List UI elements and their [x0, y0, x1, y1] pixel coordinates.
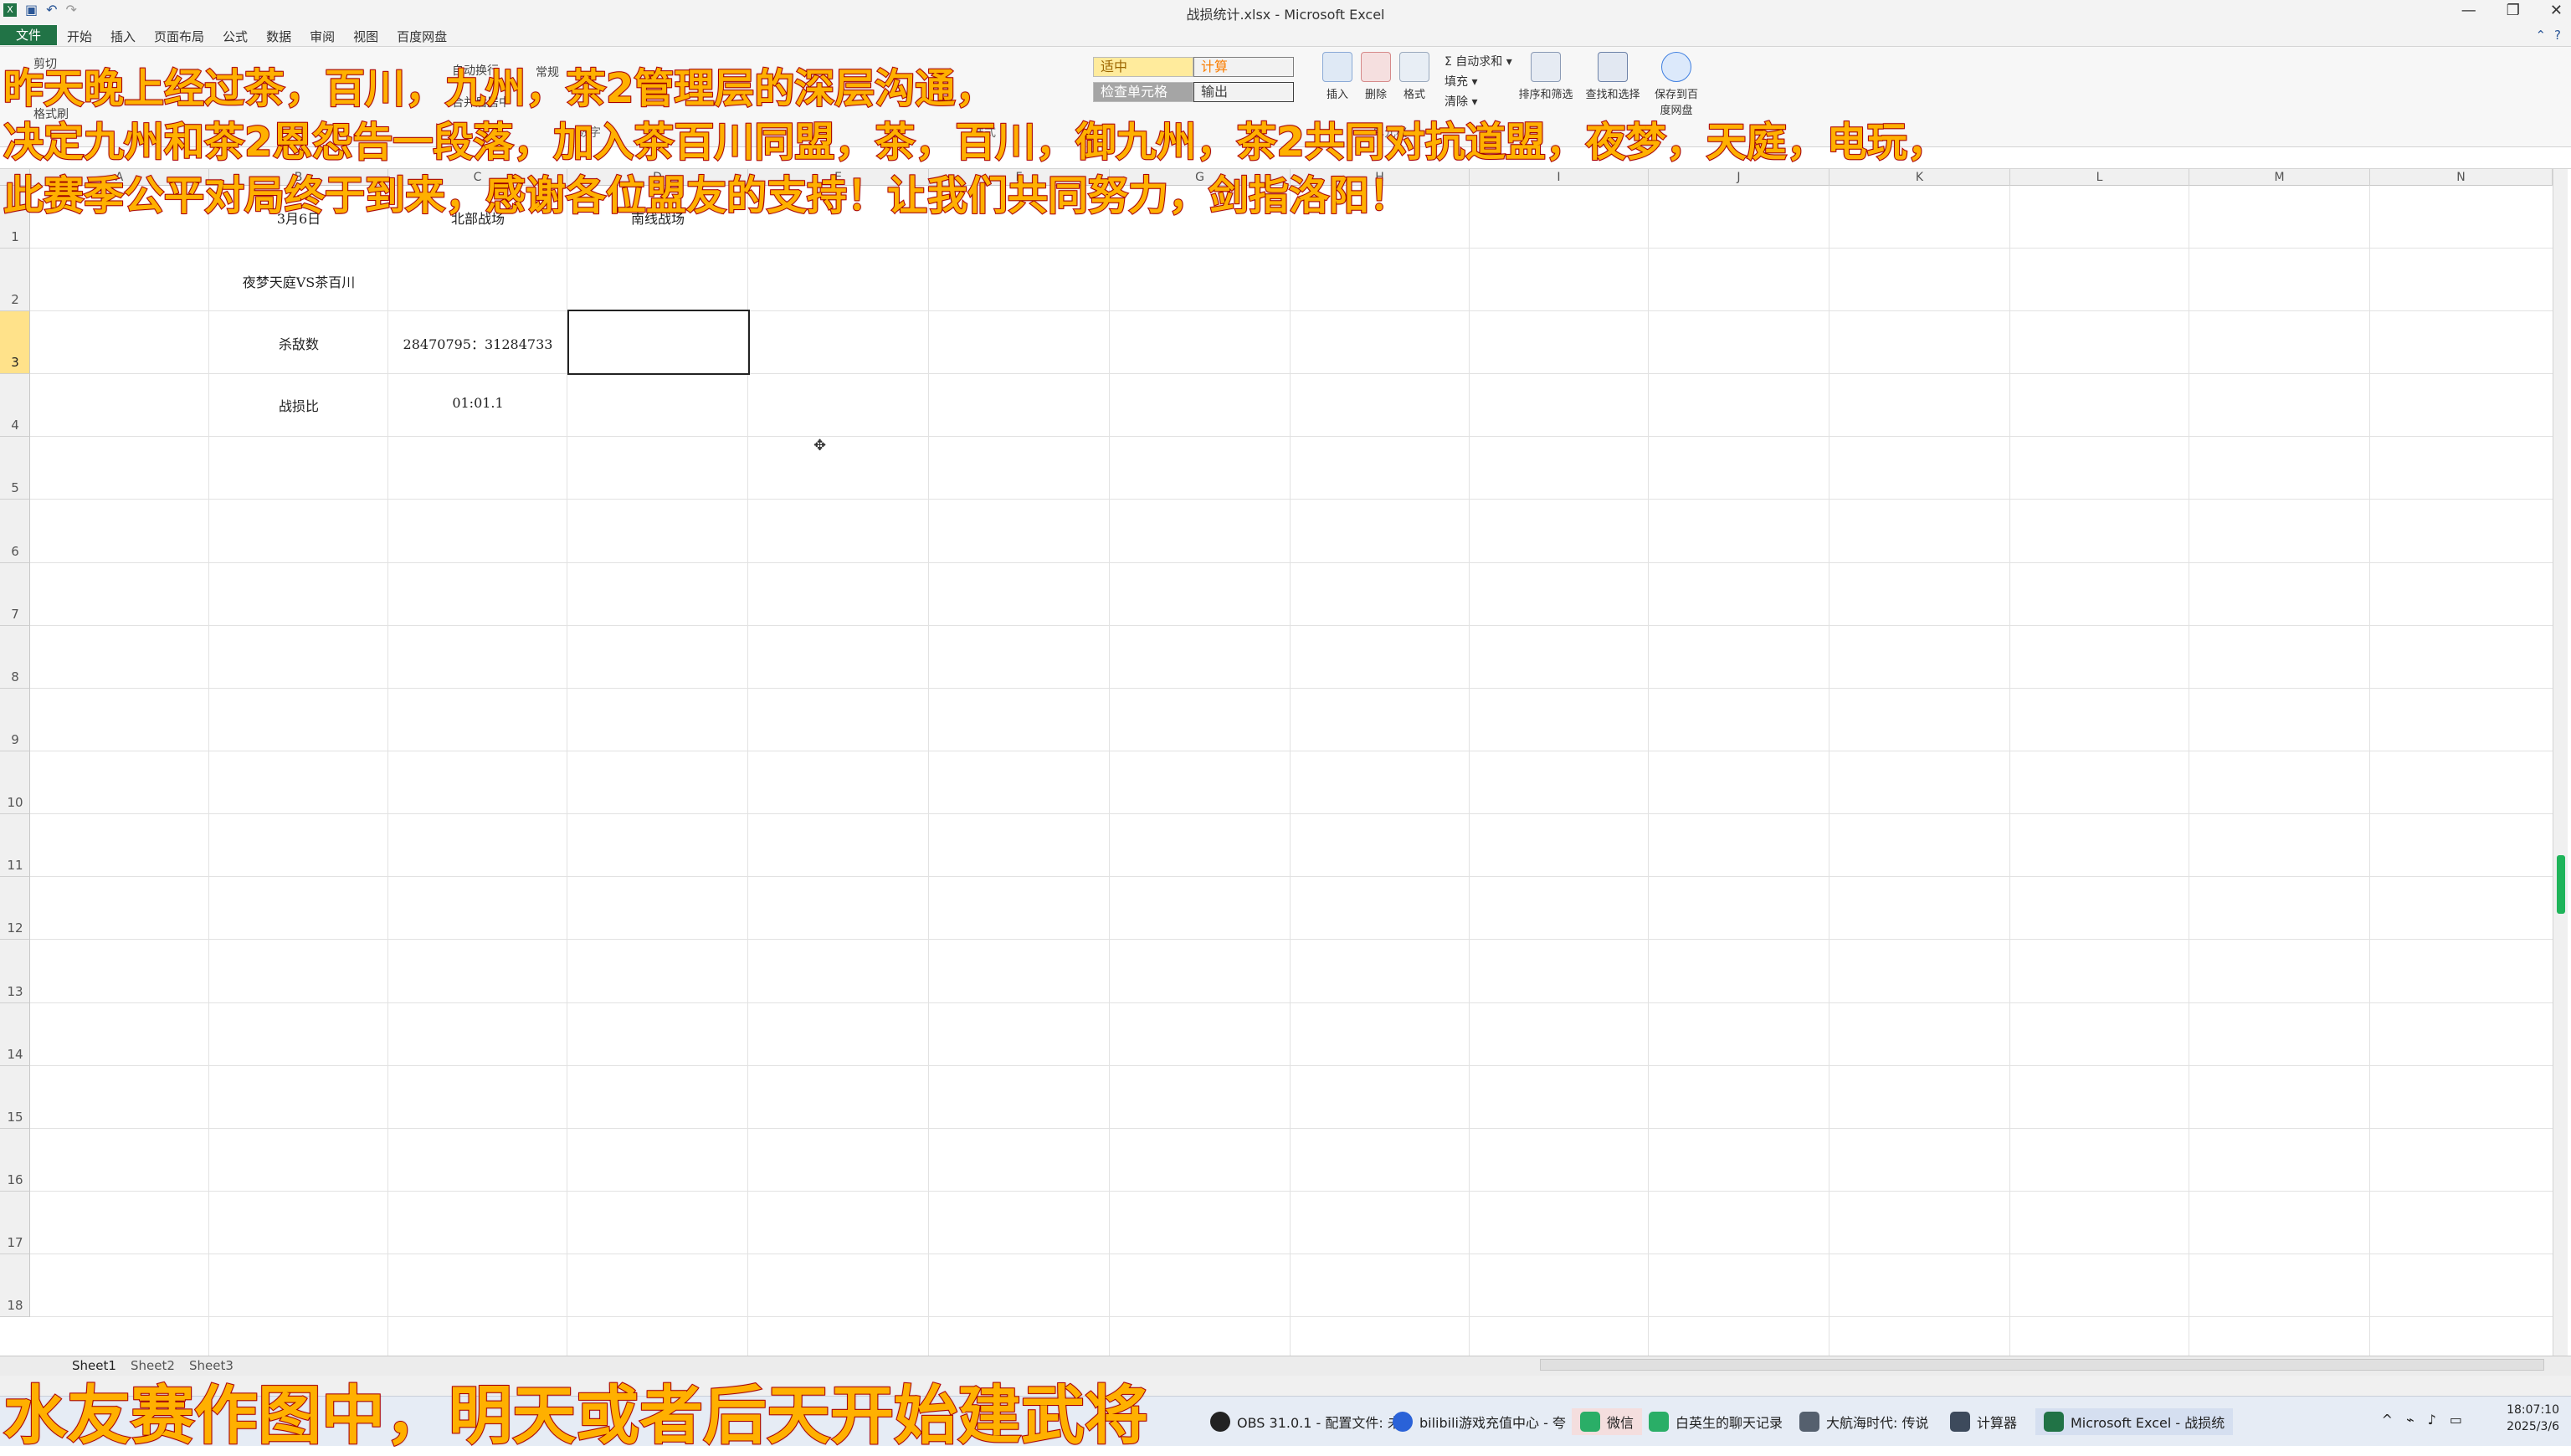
- column-header-l[interactable]: L: [2010, 169, 2189, 186]
- help-area: ⌃ ?: [2535, 28, 2561, 43]
- row-header-12[interactable]: 12: [0, 877, 30, 940]
- caption-top-line-3: 此赛季公平对局终于到来，感谢各位盟友的支持！让我们共同努力，剑指洛阳！: [3, 172, 1410, 220]
- tab-baidu-netdisk[interactable]: 百度网盘: [397, 28, 447, 45]
- obs-icon: [1210, 1412, 1230, 1432]
- window-title: 战损统计.xlsx - Microsoft Excel: [1186, 7, 1385, 23]
- column-header-m[interactable]: M: [2189, 169, 2370, 186]
- worksheet-grid[interactable]: 1 2 3 4 5 6 7 8 9 10 11 12 13 14 15 16 1…: [0, 186, 2553, 1356]
- ribbon-tabs: 开始 插入 页面布局 公式 数据 审阅 视图 百度网盘: [67, 28, 447, 45]
- find-select-button[interactable]: 查找和选择: [1583, 52, 1642, 101]
- cell-b2[interactable]: 夜梦天庭VS茶百川: [209, 271, 388, 291]
- menu-bar: 文件 开始 插入 页面布局 公式 数据 审阅 视图 百度网盘 ⌃ ?: [0, 23, 2571, 47]
- close-button[interactable]: ✕: [2550, 2, 2563, 19]
- row-header-4[interactable]: 4: [0, 374, 30, 437]
- style-check-cell[interactable]: 检查单元格: [1093, 82, 1193, 102]
- taskbar-item-bilibili[interactable]: bilibili游戏充值中心 - 夸: [1393, 1408, 1566, 1435]
- row-header-10[interactable]: 10: [0, 751, 30, 814]
- tab-data[interactable]: 数据: [266, 28, 291, 45]
- column-header-n[interactable]: N: [2370, 169, 2553, 186]
- tab-review[interactable]: 审阅: [310, 28, 335, 45]
- wechat-icon: [1580, 1412, 1600, 1432]
- cell-b3[interactable]: 杀敌数: [209, 333, 388, 353]
- row-header-13[interactable]: 13: [0, 940, 30, 1003]
- tab-page-layout[interactable]: 页面布局: [154, 28, 204, 45]
- game-icon: [1799, 1412, 1819, 1432]
- calculator-icon: [1950, 1412, 1970, 1432]
- tab-file[interactable]: 文件: [0, 25, 57, 45]
- baidu-cloud-icon: [1661, 52, 1691, 82]
- delete-cells-button[interactable]: 删除: [1354, 52, 1398, 101]
- sort-filter-icon: [1531, 52, 1561, 82]
- minimize-button[interactable]: —: [2461, 2, 2476, 19]
- editing-group: Σ 自动求和 ▾ 填充 ▾ 清除 ▾: [1445, 52, 1512, 112]
- tab-formulas[interactable]: 公式: [223, 28, 248, 45]
- vertical-scroll-thumb[interactable]: [2557, 855, 2565, 914]
- restore-button[interactable]: ❐: [2507, 2, 2520, 19]
- tab-insert[interactable]: 插入: [110, 28, 136, 45]
- column-header-k[interactable]: K: [1829, 169, 2010, 186]
- chevron-up-icon[interactable]: ^: [2382, 1412, 2393, 1428]
- sort-filter-button[interactable]: 排序和筛选: [1516, 52, 1575, 101]
- help-icon[interactable]: ?: [2554, 28, 2561, 43]
- taskbar-item-game[interactable]: 大航海时代: 传说: [1799, 1408, 1928, 1435]
- network-icon[interactable]: ⌁: [2406, 1412, 2414, 1428]
- save-to-baidu-button[interactable]: 保存到百度网盘: [1650, 52, 1702, 117]
- browser-icon: [1393, 1412, 1413, 1432]
- cursor-crosshair-icon: ✥: [813, 437, 827, 454]
- row-header-3[interactable]: 3: [0, 311, 30, 374]
- style-neutral[interactable]: 适中: [1093, 57, 1193, 77]
- caption-top-line-1: 昨天晚上经过茶，百川，九州，茶2管理层的深层沟通，: [3, 64, 996, 113]
- tab-home[interactable]: 开始: [67, 28, 92, 45]
- row-header-9[interactable]: 9: [0, 689, 30, 751]
- delete-icon: [1361, 52, 1391, 82]
- taskbar-item-wechat[interactable]: 微信: [1572, 1408, 1643, 1435]
- column-header-j[interactable]: J: [1649, 169, 1829, 186]
- volume-icon[interactable]: ♪: [2428, 1412, 2436, 1428]
- binoculars-icon: [1598, 52, 1628, 82]
- fill-button[interactable]: 填充 ▾: [1445, 72, 1512, 92]
- autosum-button[interactable]: Σ 自动求和 ▾: [1445, 52, 1512, 72]
- style-calc[interactable]: 计算: [1193, 57, 1294, 77]
- row-header-15[interactable]: 15: [0, 1066, 30, 1129]
- wechat-chat-icon: [1649, 1412, 1669, 1432]
- row-header-14[interactable]: 14: [0, 1003, 30, 1066]
- insert-icon: [1322, 52, 1352, 82]
- title-bar: X ▣ ↶ ↷ 战损统计.xlsx - Microsoft Excel — ❐ …: [0, 0, 2571, 23]
- column-header-i[interactable]: I: [1470, 169, 1649, 186]
- format-cells-button[interactable]: 格式: [1393, 52, 1436, 101]
- row-header-11[interactable]: 11: [0, 814, 30, 877]
- excel-icon: [2044, 1412, 2064, 1432]
- clock-time: 18:07:10: [2507, 1403, 2559, 1417]
- row-header-7[interactable]: 7: [0, 563, 30, 626]
- row-header-17[interactable]: 17: [0, 1192, 30, 1254]
- style-output[interactable]: 输出: [1193, 82, 1294, 102]
- vertical-scrollbar[interactable]: [2553, 169, 2568, 1356]
- taskbar-item-chat-history[interactable]: 白英生的聊天记录: [1649, 1408, 1783, 1435]
- taskbar-item-excel[interactable]: Microsoft Excel - 战损统: [2035, 1408, 2234, 1435]
- format-icon: [1399, 52, 1429, 82]
- collapse-ribbon-icon[interactable]: ⌃: [2535, 28, 2546, 43]
- system-tray: ^ ⌁ ♪ ▭: [2382, 1412, 2462, 1428]
- insert-cells-button[interactable]: 插入: [1316, 52, 1359, 101]
- row-header-18[interactable]: 18: [0, 1254, 30, 1317]
- active-cell-d3[interactable]: [567, 310, 750, 375]
- tab-view[interactable]: 视图: [353, 28, 378, 45]
- clock[interactable]: 18:07:10 2025/3/6: [2507, 1402, 2559, 1435]
- cell-c3[interactable]: 28470795：31284733: [388, 333, 567, 353]
- row-header-16[interactable]: 16: [0, 1129, 30, 1192]
- window-controls: — ❐ ✕: [2461, 2, 2563, 19]
- caption-bottom: 水友赛作图中，明天或者后天开始建武将: [3, 1377, 1149, 1453]
- row-header-8[interactable]: 8: [0, 626, 30, 689]
- row-header-5[interactable]: 5: [0, 437, 30, 500]
- cell-c4[interactable]: 01:01.1: [388, 395, 567, 411]
- taskbar-item-calculator[interactable]: 计算器: [1950, 1408, 2017, 1435]
- row-header-2[interactable]: 2: [0, 249, 30, 311]
- cell-b4[interactable]: 战损比: [209, 395, 388, 415]
- caption-top-line-2: 决定九州和茶2恩怨告一段落，加入茶百川同盟，茶，百川，御九州，茶2共同对抗道盟，…: [3, 118, 1948, 167]
- row-header-6[interactable]: 6: [0, 500, 30, 563]
- taskbar-item-obs[interactable]: OBS 31.0.1 - 配置文件: 未: [1210, 1408, 1401, 1435]
- horizontal-scrollbar[interactable]: [1540, 1359, 2544, 1371]
- clock-date: 2025/3/6: [2507, 1420, 2559, 1433]
- battery-icon[interactable]: ▭: [2450, 1412, 2462, 1428]
